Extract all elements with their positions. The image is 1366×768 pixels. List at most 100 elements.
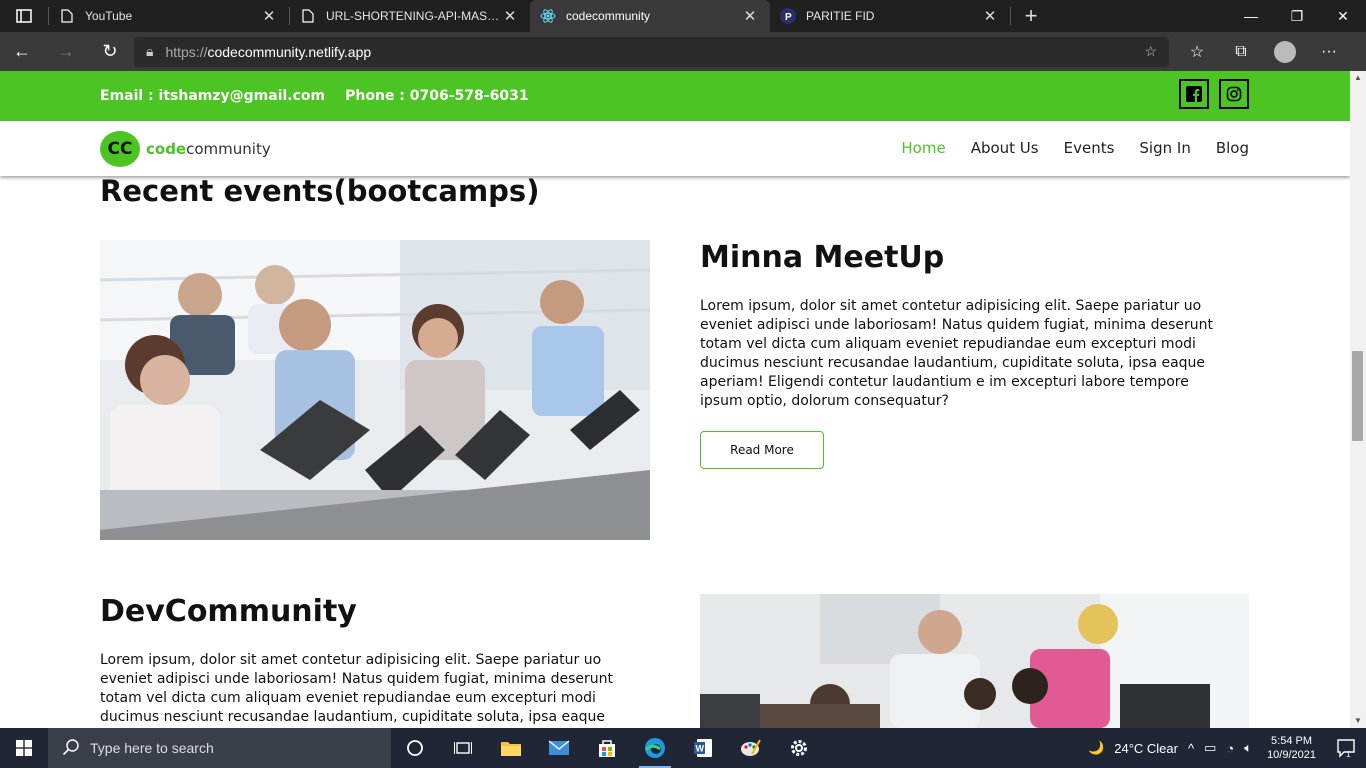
logo-badge: CC xyxy=(100,131,140,167)
task-view-icon xyxy=(454,742,472,754)
scroll-down-arrow[interactable]: ▼ xyxy=(1350,714,1366,728)
clock[interactable]: 5:54 PM 10/9/2021 xyxy=(1257,734,1326,762)
edge-icon xyxy=(644,738,665,758)
browser-toolbar: ← → ↻ 🔒︎ https:// codecommunity.netlify.… xyxy=(0,32,1366,71)
tab-paritie[interactable]: P PARITIE FID ✕ xyxy=(770,0,1010,32)
system-tray: 🌙 24°C Clear ^ ▭ ◔ 🔈︎ 5:54 PM 10/9/2021 … xyxy=(1083,728,1366,768)
close-icon[interactable]: ✕ xyxy=(500,7,520,25)
chevron-up-icon[interactable]: ^ xyxy=(1183,741,1199,756)
page-icon xyxy=(300,8,316,24)
page-icon xyxy=(59,8,75,24)
weather-icon[interactable]: 🌙 xyxy=(1083,740,1109,756)
tab-actions-icon xyxy=(16,9,32,23)
weather-text[interactable]: 24°C Clear xyxy=(1109,741,1183,756)
store-icon xyxy=(599,740,615,757)
tab-title: YouTube xyxy=(85,9,133,23)
main-nav: Home About Us Events Sign In Blog xyxy=(901,139,1249,157)
close-icon[interactable]: ✕ xyxy=(980,7,1000,25)
event-description: Lorem ipsum, dolor sit amet contetur adi… xyxy=(100,652,613,725)
nav-about-us[interactable]: About Us xyxy=(971,139,1039,157)
battery-icon[interactable]: ▭ xyxy=(1199,740,1221,756)
restore-button[interactable]: ❐ xyxy=(1274,0,1320,32)
notification-icon: 1 xyxy=(1337,739,1355,758)
back-button[interactable]: ← xyxy=(0,32,44,71)
event-description: Lorem ipsum, dolor sit amet contetur adi… xyxy=(700,298,1213,409)
scroll-up-arrow[interactable]: ▲ xyxy=(1350,71,1366,85)
event-photo-minna xyxy=(100,240,650,540)
file-explorer-button[interactable] xyxy=(487,728,535,768)
settings-button[interactable] xyxy=(775,728,823,768)
facebook-link[interactable] xyxy=(1179,79,1209,109)
store-button[interactable] xyxy=(583,728,631,768)
start-button[interactable] xyxy=(0,728,48,768)
url-protocol: https:// xyxy=(165,43,208,60)
edge-button[interactable] xyxy=(631,728,679,768)
page-viewport: Email : itshamzy@gmail.com Phone : 0706-… xyxy=(0,71,1350,728)
search-placeholder: Type here to search xyxy=(90,740,214,756)
facebook-icon xyxy=(1186,86,1202,102)
nav-home[interactable]: Home xyxy=(901,139,945,157)
window-controls: — ❐ ✕ xyxy=(1228,0,1366,32)
scrollbar-thumb[interactable] xyxy=(1352,351,1363,441)
profile-button[interactable] xyxy=(1263,32,1307,71)
collections-icon[interactable]: ⧉ xyxy=(1219,32,1263,71)
read-more-button[interactable]: Read More xyxy=(700,431,824,469)
favorites-icon[interactable]: ☆ xyxy=(1175,32,1219,71)
windows-icon xyxy=(16,740,32,756)
word-button[interactable]: W xyxy=(679,728,727,768)
task-view-button[interactable] xyxy=(439,728,487,768)
event-photo-devcommunity xyxy=(700,594,1249,728)
address-bar[interactable]: 🔒︎ https:// codecommunity.netlify.app ☆ xyxy=(134,36,1169,67)
instagram-link[interactable] xyxy=(1219,79,1249,109)
cortana-icon xyxy=(407,740,423,756)
event-title: Minna MeetUp xyxy=(700,240,945,275)
section-title: Recent events(bootcamps) xyxy=(100,174,540,208)
url-host: codecommunity.netlify.app xyxy=(207,43,372,60)
tab-title: URL-SHORTENING-API-MASTER xyxy=(326,9,500,23)
clock-date: 10/9/2021 xyxy=(1267,749,1316,761)
minimize-button[interactable]: — xyxy=(1228,0,1274,32)
react-icon xyxy=(540,8,556,24)
new-tab-button[interactable]: + xyxy=(1011,3,1051,29)
cortana-button[interactable] xyxy=(391,728,439,768)
svg-text:W: W xyxy=(696,744,705,754)
lock-icon[interactable]: 🔒︎ xyxy=(146,43,153,60)
contact-phone: Phone : 0706-578-6031 xyxy=(345,88,529,104)
close-window-button[interactable]: ✕ xyxy=(1320,0,1366,32)
close-icon[interactable]: ✕ xyxy=(740,7,760,25)
contact-email: Email : itshamzy@gmail.com xyxy=(100,88,326,104)
windows-taskbar: Type here to search W 🌙 24°C Clear ^ ▭ ◔… xyxy=(0,728,1366,768)
mail-button[interactable] xyxy=(535,728,583,768)
nav-events[interactable]: Events xyxy=(1064,139,1115,157)
nav-blog[interactable]: Blog xyxy=(1216,139,1249,157)
tab-youtube[interactable]: YouTube ✕ xyxy=(49,0,289,32)
avatar xyxy=(1274,40,1296,63)
site-logo[interactable]: CC codecommunity xyxy=(100,131,271,167)
paint-button[interactable] xyxy=(727,728,775,768)
folder-icon xyxy=(501,742,521,756)
tab-title: codecommunity xyxy=(566,9,651,23)
event-title: DevCommunity xyxy=(100,594,357,629)
refresh-button[interactable]: ↻ xyxy=(88,32,132,71)
tab-title: PARITIE FID xyxy=(806,9,875,23)
word-icon: W xyxy=(694,739,712,757)
tab-codecommunity[interactable]: codecommunity ✕ xyxy=(530,0,770,32)
site-header: CC codecommunity Home About Us Events Si… xyxy=(0,121,1350,176)
close-icon[interactable]: ✕ xyxy=(259,7,279,25)
browser-tab-bar: YouTube ✕ URL-SHORTENING-API-MASTER ✕ co… xyxy=(0,0,1366,32)
volume-icon[interactable]: 🔈︎ xyxy=(1239,740,1257,756)
gear-icon xyxy=(791,740,807,756)
notification-button[interactable]: 1 xyxy=(1326,728,1366,768)
wifi-icon[interactable]: ◔ xyxy=(1221,741,1239,756)
more-menu-icon[interactable]: ··· xyxy=(1307,32,1351,71)
paint-icon xyxy=(741,739,761,756)
svg-text:P: P xyxy=(785,12,792,23)
forward-button[interactable]: → xyxy=(44,32,88,71)
logo-text: codecommunity xyxy=(146,140,271,158)
nav-sign-in[interactable]: Sign In xyxy=(1139,139,1190,157)
page-scrollbar[interactable]: ▲ ▼ xyxy=(1350,71,1366,728)
tab-actions-button[interactable] xyxy=(0,0,48,32)
tab-url-shortening[interactable]: URL-SHORTENING-API-MASTER ✕ xyxy=(290,0,530,32)
add-favorite-icon[interactable]: ☆ xyxy=(1144,43,1157,60)
taskbar-search[interactable]: Type here to search xyxy=(48,728,391,768)
